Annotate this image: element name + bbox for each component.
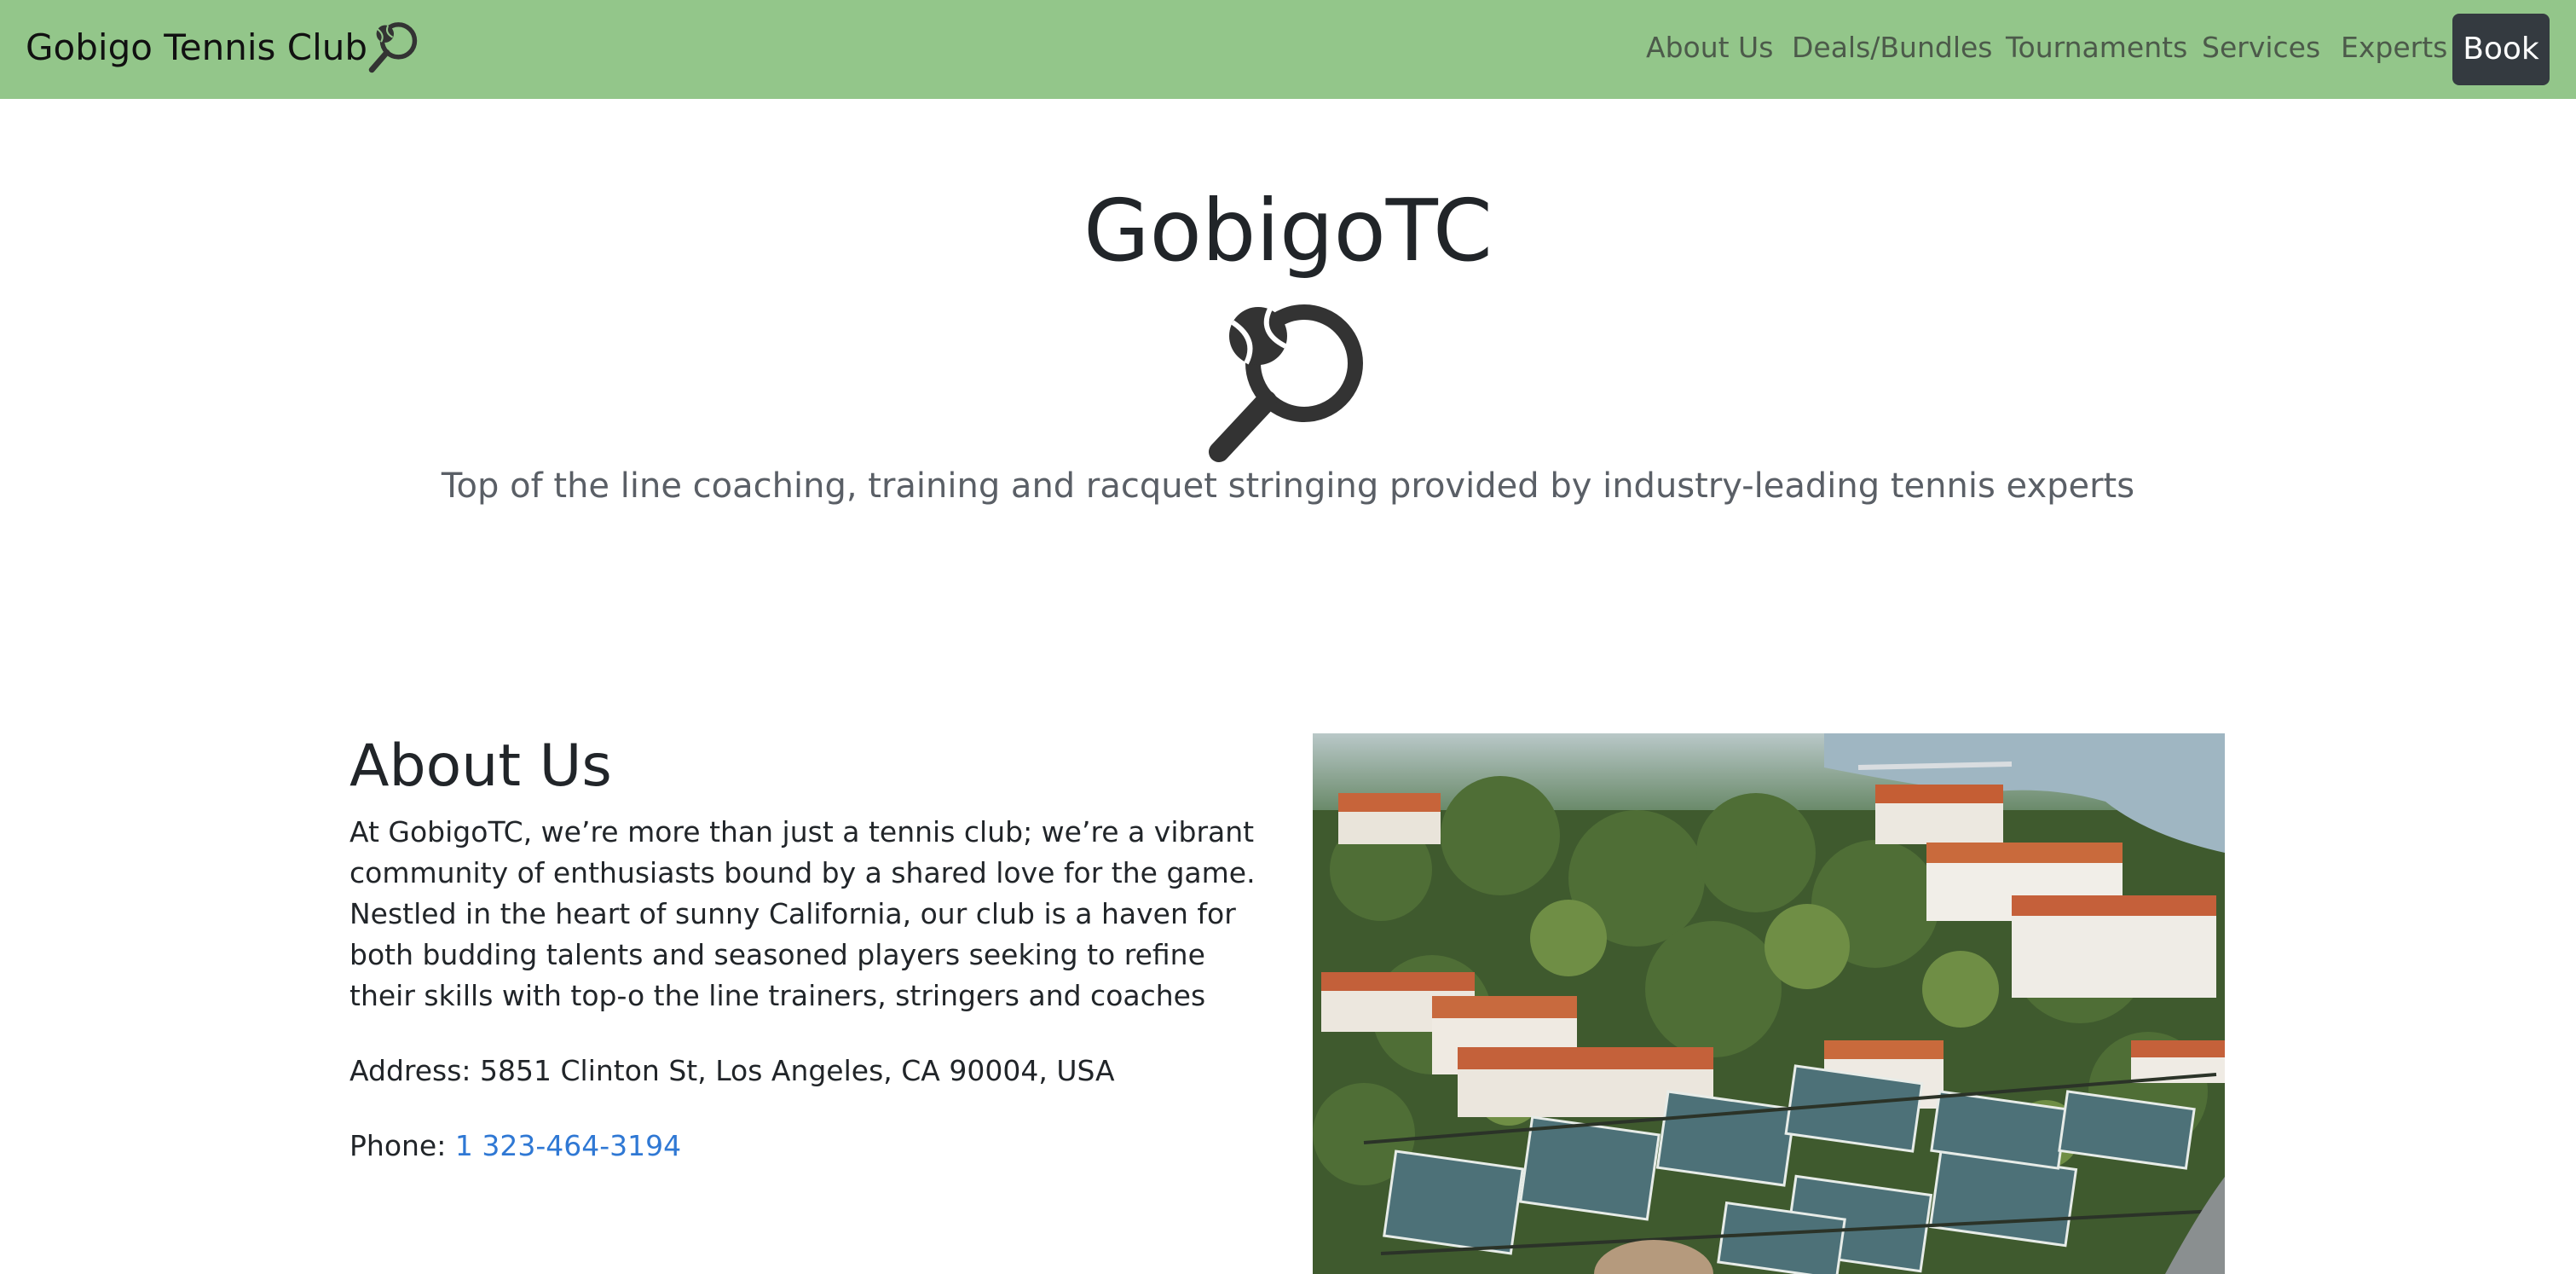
about-us-heading: About Us xyxy=(349,733,612,800)
nav-link-experts[interactable]: Experts xyxy=(2341,29,2447,67)
book-button[interactable]: Book xyxy=(2452,14,2550,85)
navbar: Gobigo Tennis Club About Us Deals/Bundle… xyxy=(0,0,2576,99)
brand-name[interactable]: Gobigo Tennis Club xyxy=(26,24,367,72)
about-us-text: At GobigoTC, we’re more than just a tenn… xyxy=(349,815,1256,1012)
nav-link-services[interactable]: Services xyxy=(2202,29,2320,67)
phone-label: Phone: xyxy=(349,1129,455,1162)
phone-link[interactable]: 1 323-464-3194 xyxy=(455,1129,681,1162)
address-text: Address: 5851 Clinton St, Los Angeles, C… xyxy=(349,1054,1115,1087)
nav-link-about-us[interactable]: About Us xyxy=(1646,29,1773,67)
nav-link-tournaments[interactable]: Tournaments xyxy=(2006,29,2187,67)
phone-line: Phone: 1 323-464-3194 xyxy=(349,1126,681,1167)
nav-link-deals-bundles[interactable]: Deals/Bundles xyxy=(1792,29,1993,67)
hero-subtitle: Top of the line coaching, training and r… xyxy=(441,466,2135,506)
hero-title: GobigoTC xyxy=(1083,181,1493,281)
club-aerial-photo xyxy=(1313,733,2225,1274)
